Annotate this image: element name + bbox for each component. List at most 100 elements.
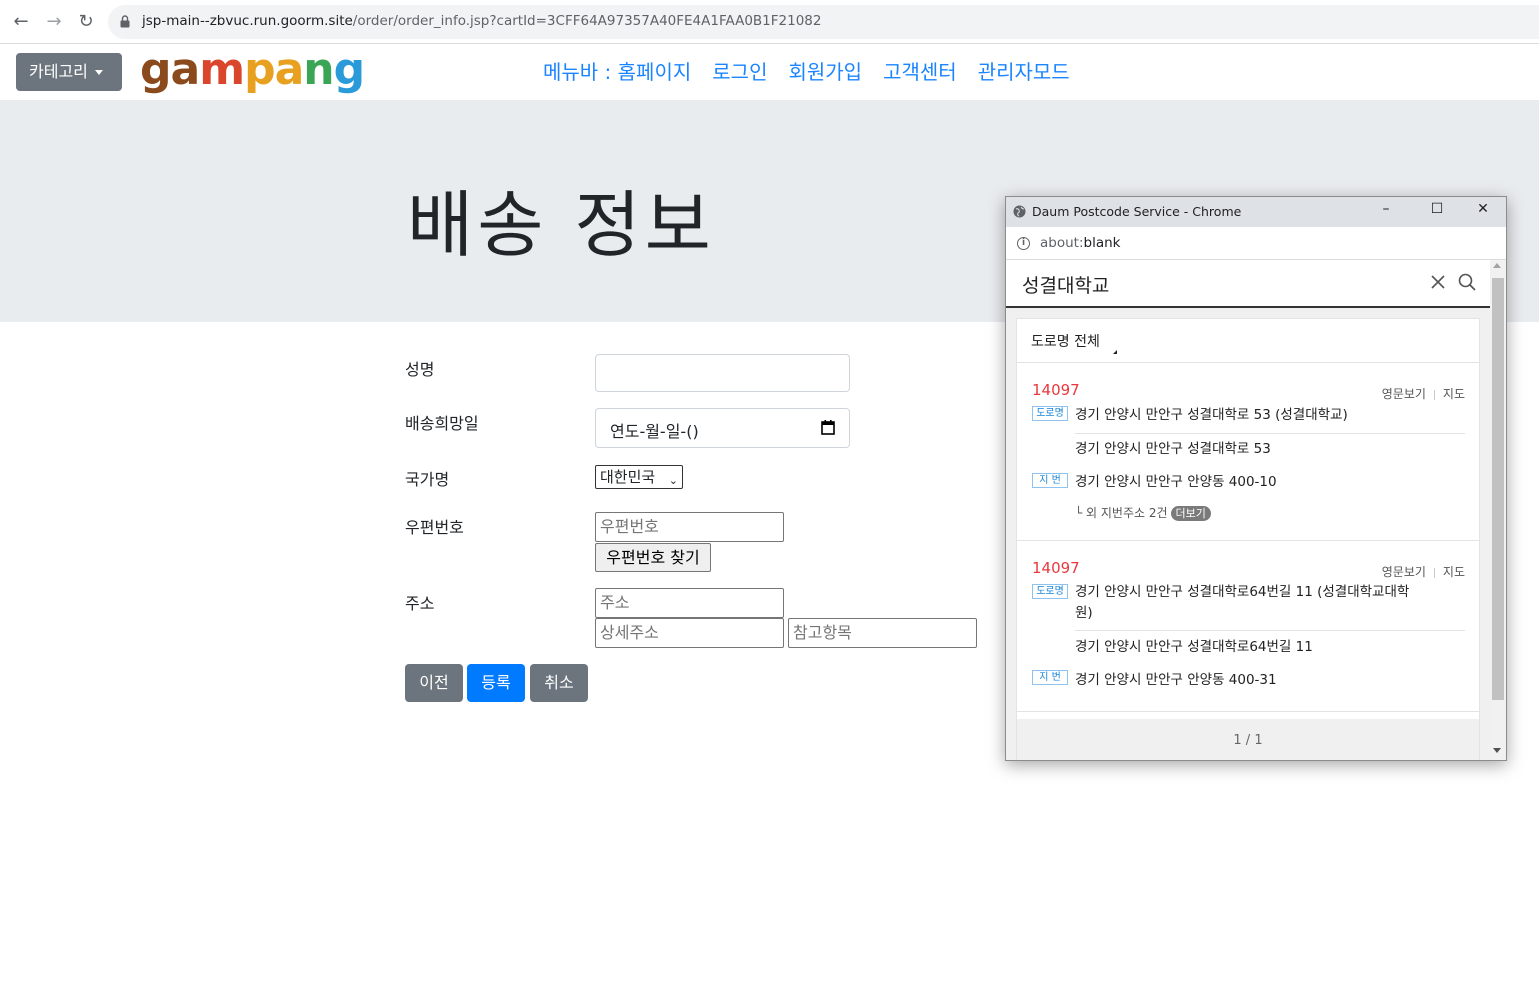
country-selected-value: 대한민국 [600, 468, 656, 486]
nav-link-signup[interactable]: 회원가입 [788, 58, 862, 86]
road-name-tag: 도로명 [1032, 406, 1068, 421]
popup-titlebar[interactable]: Daum Postcode Service - Chrome – ☐ ✕ [1006, 197, 1506, 227]
divider [1017, 540, 1479, 541]
delivery-date-label: 배송희망일 [405, 414, 479, 433]
road-address-link-cont[interactable]: 원) [1075, 603, 1093, 623]
divider [1075, 630, 1465, 631]
search-icon[interactable] [1458, 273, 1476, 291]
more-lot-text: └ 외 지번주소 2건 [1075, 506, 1168, 520]
globe-icon [1013, 205, 1026, 218]
result-zip[interactable]: 14097 [1032, 559, 1080, 577]
forward-icon[interactable]: → [43, 11, 65, 33]
page-title: 배송 정보 [407, 183, 715, 267]
results-panel: 도로명 전체 14097 영문보기 지도 도로명 경기 안양시 만안구 성결대학로… [1016, 318, 1480, 760]
close-icon[interactable]: ✕ [1473, 201, 1493, 217]
result-links: 영문보기 지도 [1382, 385, 1465, 402]
reload-icon[interactable]: ↻ [75, 11, 97, 33]
browser-toolbar: ← → ↻ jsp-main--zbvuc.run.goorm.site/ord… [0, 0, 1539, 44]
country-label: 국가명 [405, 470, 450, 489]
map-link[interactable]: 지도 [1443, 387, 1465, 401]
calendar-icon[interactable] [821, 420, 835, 435]
postcode-popup-window: Daum Postcode Service - Chrome – ☐ ✕ i a… [1005, 196, 1507, 761]
lot-address-link[interactable]: 경기 안양시 만안구 안양동 400-10 [1075, 472, 1277, 492]
postcode-search-bar: 성결대학교 [1006, 260, 1490, 308]
nav-link-login[interactable]: 로그인 [712, 58, 767, 86]
english-view-link[interactable]: 영문보기 [1382, 565, 1426, 579]
info-icon[interactable]: i [1017, 237, 1030, 250]
logo-letter: p [244, 44, 275, 95]
detail-address-input[interactable]: 상세주소 [595, 618, 784, 648]
result-zip[interactable]: 14097 [1032, 381, 1080, 399]
clear-icon[interactable] [1430, 274, 1446, 290]
english-view-link[interactable]: 영문보기 [1382, 387, 1426, 401]
popup-url: about:blank [1040, 235, 1120, 251]
divider [1075, 433, 1465, 434]
popup-url-main: blank [1083, 235, 1121, 251]
submit-button[interactable]: 등록 [467, 664, 525, 702]
url-text: jsp-main--zbvuc.run.goorm.site/order/ord… [142, 13, 821, 29]
scroll-down-arrow-icon[interactable] [1493, 748, 1501, 753]
more-lot-addresses: └ 외 지번주소 2건 더보기 [1075, 504, 1211, 521]
logo-letter: n [303, 44, 334, 95]
url-path: /order/order_info.jsp?cartId=3CFF64A9735… [352, 13, 822, 29]
road-address-short[interactable]: 경기 안양시 만안구 성결대학로 53 [1075, 439, 1271, 459]
road-address-short[interactable]: 경기 안양시 만안구 성결대학로64번길 11 [1075, 637, 1313, 657]
logo-letter: a [170, 44, 201, 95]
extra-address-input[interactable]: 참고항목 [788, 618, 977, 648]
nav-link-admin[interactable]: 관리자모드 [978, 58, 1070, 86]
lot-number-tag: 지 번 [1032, 670, 1068, 685]
name-input[interactable] [595, 354, 850, 392]
chevron-down-icon: ⌄ [668, 474, 678, 487]
popup-title: Daum Postcode Service - Chrome [1032, 204, 1242, 219]
popup-url-prefix: about: [1040, 235, 1084, 251]
link-separator [1433, 567, 1435, 578]
popup-address-bar: i about:blank [1006, 227, 1506, 260]
road-address-link[interactable]: 경기 안양시 만안구 성결대학로64번길 11 (성결대학교대학 [1075, 582, 1409, 602]
postcode-search-input[interactable]: 성결대학교 [1022, 271, 1109, 298]
lot-address-link[interactable]: 경기 안양시 만안구 안양동 400-31 [1075, 670, 1277, 690]
filter-triangle-icon [1113, 350, 1117, 354]
prev-button[interactable]: 이전 [405, 664, 463, 702]
more-button[interactable]: 더보기 [1170, 506, 1211, 521]
divider [1017, 362, 1479, 363]
find-zip-button[interactable]: 우편번호 찾기 [595, 543, 711, 572]
date-value: 연도-월-일-() [610, 422, 699, 441]
divider [1017, 711, 1479, 712]
address-input[interactable]: 주소 [595, 588, 784, 618]
country-select[interactable]: 대한민국 ⌄ [595, 465, 683, 489]
nav-link-support[interactable]: 고객센터 [883, 58, 957, 86]
map-link[interactable]: 지도 [1443, 565, 1465, 579]
link-separator [1433, 389, 1435, 400]
category-dropdown-button[interactable]: 카테고리 [16, 53, 122, 91]
category-label: 카테고리 [29, 62, 88, 81]
road-address-link[interactable]: 경기 안양시 만안구 성결대학로 53 (성결대학교) [1075, 405, 1348, 425]
zip-label: 우편번호 [405, 518, 464, 537]
url-host: jsp-main--zbvuc.run.goorm.site [142, 13, 353, 29]
road-name-tag: 도로명 [1032, 584, 1068, 599]
delivery-date-input[interactable]: 연도-월-일-() [595, 408, 850, 448]
minimize-icon[interactable]: – [1376, 201, 1396, 217]
logo-letter: a [274, 44, 305, 95]
site-navbar: 카테고리 gampang 메뉴바 : 홈페이지 로그인 회원가입 고객센터 관리… [0, 44, 1539, 100]
caret-down-icon [94, 70, 103, 75]
cancel-button[interactable]: 취소 [530, 664, 588, 702]
lock-icon [120, 15, 130, 28]
scroll-up-arrow-icon[interactable] [1493, 263, 1501, 268]
back-icon[interactable]: ← [10, 11, 32, 33]
name-label: 성명 [405, 360, 435, 379]
scrollbar-thumb[interactable] [1492, 278, 1504, 700]
logo-letter: m [199, 44, 245, 95]
gampang-logo[interactable]: gampang [140, 44, 365, 96]
address-bar[interactable]: jsp-main--zbvuc.run.goorm.site/order/ord… [108, 5, 1539, 39]
zip-input[interactable]: 우편번호 [595, 512, 784, 542]
road-filter-dropdown[interactable]: 도로명 전체 [1031, 331, 1100, 351]
nav-links: 메뉴바 : 홈페이지 로그인 회원가입 고객센터 관리자모드 [543, 58, 1070, 86]
address-label: 주소 [405, 594, 435, 613]
popup-content: 성결대학교 도로명 전체 14097 영문보기 지도 도로명 경기 안양시 만안구… [1006, 260, 1506, 760]
lot-number-tag: 지 번 [1032, 473, 1068, 488]
maximize-icon[interactable]: ☐ [1427, 201, 1447, 217]
nav-link-home[interactable]: 메뉴바 : 홈페이지 [543, 58, 691, 86]
logo-letter: g [140, 44, 171, 95]
result-links: 영문보기 지도 [1382, 563, 1465, 580]
pagination: 1 / 1 [1017, 719, 1479, 760]
